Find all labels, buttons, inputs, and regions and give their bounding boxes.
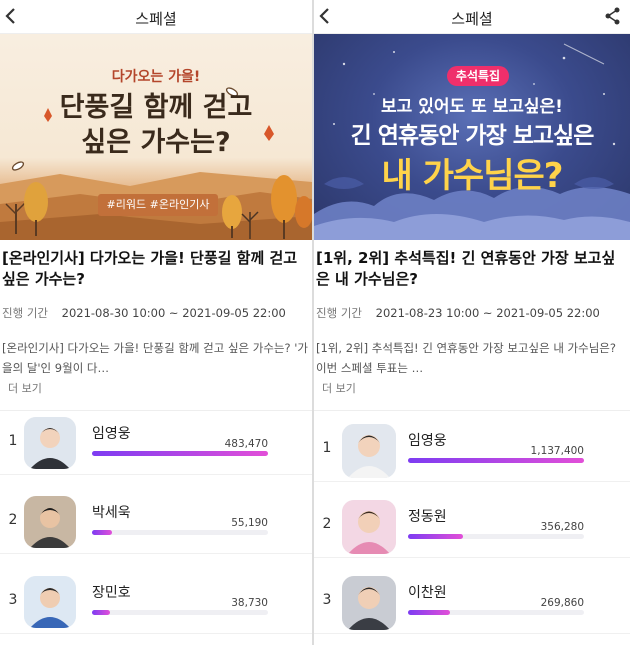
singer-name: 임영웅 [408, 433, 447, 449]
rank-number: 3 [8, 592, 18, 608]
event-banner[interactable]: 추석특집 보고 있어도 또 보고싶은! 긴 연휴동안 가장 보고싶은 내 가수님… [314, 34, 630, 240]
vote-bar-fill [408, 610, 450, 615]
rank-number: 3 [322, 592, 332, 608]
vote-bar [92, 610, 268, 615]
period-value: 2021-08-23 10:00 ~ 2021-09-05 22:00 [375, 306, 600, 320]
singer-name: 박세욱 [92, 505, 131, 521]
ranking-row[interactable]: 1 임영웅 483,470 [0, 411, 312, 475]
section-divider [314, 410, 630, 411]
period-label: 진행 기간 [316, 306, 362, 320]
period-label: 진행 기간 [2, 306, 48, 320]
vote-bar [408, 534, 584, 539]
page-title: 스페셜 [135, 10, 177, 28]
vote-bar [92, 451, 268, 456]
rank-number: 1 [8, 433, 18, 449]
left-panel: 스페셜 다가오는 가을! 단풍길 함께 걷고 싶은 가수는? #리워드 #온라인… [0, 0, 312, 645]
ranking-row[interactable]: 3 장민호 38,730 [0, 570, 312, 634]
banner-hashtags: #리워드 #온라인기사 [98, 194, 218, 216]
banner-title-line: 긴 연휴동안 가장 보고싶은 [350, 123, 595, 149]
rank-number: 2 [8, 512, 18, 528]
avatar [342, 576, 396, 630]
post-description: [온라인기사] 다가오는 가을! 단풍길 함께 걷고 싶은 가수는? '가을의 … [2, 341, 309, 375]
vote-bar [408, 610, 584, 615]
vote-count: 483,470 [224, 438, 268, 450]
vote-bar-fill [408, 458, 584, 463]
period-value: 2021-08-30 10:00 ~ 2021-09-05 22:00 [61, 306, 286, 320]
banner-subtitle: 다가오는 가을! [111, 69, 201, 85]
more-button[interactable]: 더 보기 [322, 380, 356, 396]
ranking-row[interactable]: 1 임영웅 1,137,400 [314, 418, 630, 482]
avatar [342, 424, 396, 478]
vote-bar-fill [92, 451, 268, 456]
avatar [342, 500, 396, 554]
vote-count: 1,137,400 [530, 445, 584, 457]
post-title: [온라인기사] 다가오는 가을! 단풍길 함께 걷고 싶은 가수는? [2, 249, 298, 288]
vote-bar-fill [408, 534, 464, 539]
vote-bar-fill [92, 530, 113, 535]
rank-number: 1 [322, 440, 332, 456]
event-period: 진행 기간 2021-08-30 10:00 ~ 2021-09-05 22:0… [2, 305, 286, 321]
header-bar: 스페셜 [0, 0, 312, 34]
vote-count: 55,190 [231, 517, 268, 529]
ranking-row[interactable]: 3 이찬원 269,860 [314, 570, 630, 634]
avatar [24, 417, 76, 469]
page-title: 스페셜 [451, 10, 493, 28]
event-period: 진행 기간 2021-08-23 10:00 ~ 2021-09-05 22:0… [316, 305, 600, 321]
singer-name: 장민호 [92, 585, 131, 601]
vote-count: 269,860 [540, 597, 584, 609]
vote-bar-fill [92, 610, 110, 615]
singer-name: 정동원 [408, 509, 447, 525]
post-title: [1위, 2위] 추석특집! 긴 연휴동안 가장 보고싶은 내 가수님은? [316, 249, 616, 288]
ranking-row[interactable]: 2 박세욱 55,190 [0, 490, 312, 554]
vote-bar [408, 458, 584, 463]
ranking-row[interactable]: 2 정동원 356,280 [314, 494, 630, 558]
avatar [24, 576, 76, 628]
event-banner[interactable]: 다가오는 가을! 단풍길 함께 걷고 싶은 가수는? #리워드 #온라인기사 [0, 34, 312, 240]
post-description: [1위, 2위] 추석특집! 긴 연휴동안 가장 보고싶은 내 가수님은? 이번… [316, 341, 616, 375]
vote-count: 356,280 [540, 521, 584, 533]
singer-name: 이찬원 [408, 585, 447, 601]
avatar [24, 496, 76, 548]
more-button[interactable]: 더 보기 [8, 380, 42, 396]
right-panel: 스페셜 추석특집 보고 있어도 또 보고싶은! 긴 연휴동안 가장 보고싶은 내… [314, 0, 630, 645]
banner-title-highlight: 내 가수님은? [381, 156, 564, 196]
banner-subtitle: 보고 있어도 또 보고싶은! [381, 97, 563, 117]
banner-title: 단풍길 함께 걷고 싶은 가수는? [59, 92, 253, 158]
share-icon[interactable] [602, 6, 622, 28]
singer-name: 임영웅 [92, 426, 131, 442]
vote-bar [92, 530, 268, 535]
rank-number: 2 [322, 516, 332, 532]
banner-badge: 추석특집 [447, 66, 509, 86]
header-bar: 스페셜 [314, 0, 630, 34]
vote-count: 38,730 [231, 597, 268, 609]
